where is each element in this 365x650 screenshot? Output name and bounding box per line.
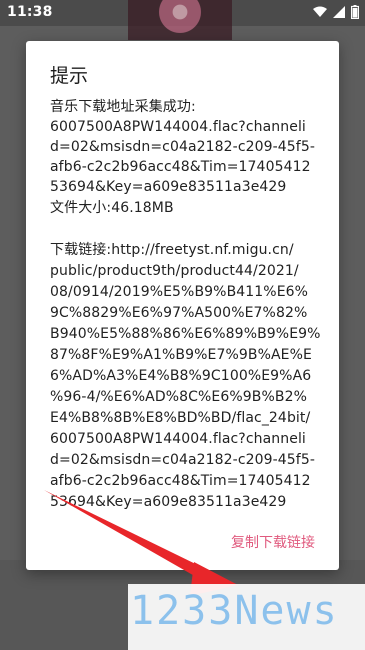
- dialog-title: 提示: [50, 65, 89, 87]
- dialog-line: 6007500A8PW144004.flac?channeli: [50, 119, 306, 135]
- status-icons: [313, 5, 359, 19]
- dialog-line: B940%E5%88%86%E6%89%B9%E9%: [50, 326, 321, 342]
- dialog-line: 音乐下载地址采集成功:: [50, 99, 196, 115]
- dialog-line: afb6-c2c2b96acc48&Tim=17405412: [50, 473, 311, 489]
- dialog-line: E4%B8%8B%E8%BD%BD/flac_24bit/: [50, 410, 311, 426]
- watermark: 1233News: [128, 584, 365, 650]
- dialog-line: afb6-c2c2b96acc48&Tim=17405412: [50, 159, 311, 175]
- wifi-icon: [313, 6, 327, 17]
- dialog-line: %96-4/%E6%AD%8C%E6%9B%B2%: [50, 389, 307, 405]
- dialog-line: 下载链接:http://freetyst.nf.migu.cn/: [50, 242, 294, 258]
- dialog-line: 53694&Key=a609e83511a3e429: [50, 179, 287, 195]
- dialog-line: d=02&msisdn=c04a2182-c209-45f5-: [50, 139, 315, 155]
- file-size: 文件大小:46.18MB: [50, 200, 174, 216]
- album-art: [128, 0, 232, 40]
- dialog-line: 08/0914/2019%E5%B9%B411%E6%: [50, 284, 309, 300]
- signal-icon: [333, 6, 345, 18]
- status-time: 11:38: [7, 4, 53, 20]
- watermark-text: 1233News: [130, 588, 339, 634]
- battery-icon: [351, 5, 359, 19]
- dialog-line: d=02&msisdn=c04a2182-c209-45f5-: [50, 452, 315, 468]
- dialog-line: 6007500A8PW144004.flac?channeli: [50, 431, 306, 447]
- dialog: 提示 音乐下载地址采集成功: 6007500A8PW144004.flac?ch…: [26, 41, 339, 570]
- dialog-line: 6%AD%A3%E4%B8%9C100%E9%A6: [50, 368, 312, 384]
- dialog-line: 9C%8829%E6%97%A500%E7%82%: [50, 305, 308, 321]
- dialog-line: 53694&Key=a609e83511a3e429: [50, 494, 287, 510]
- dialog-line: public/product9th/product44/2021/: [50, 263, 299, 279]
- copy-download-link-button[interactable]: 复制下载链接: [231, 532, 315, 552]
- dialog-line: 87%8F%E9%A1%B9%E7%9B%AE%E: [50, 347, 312, 363]
